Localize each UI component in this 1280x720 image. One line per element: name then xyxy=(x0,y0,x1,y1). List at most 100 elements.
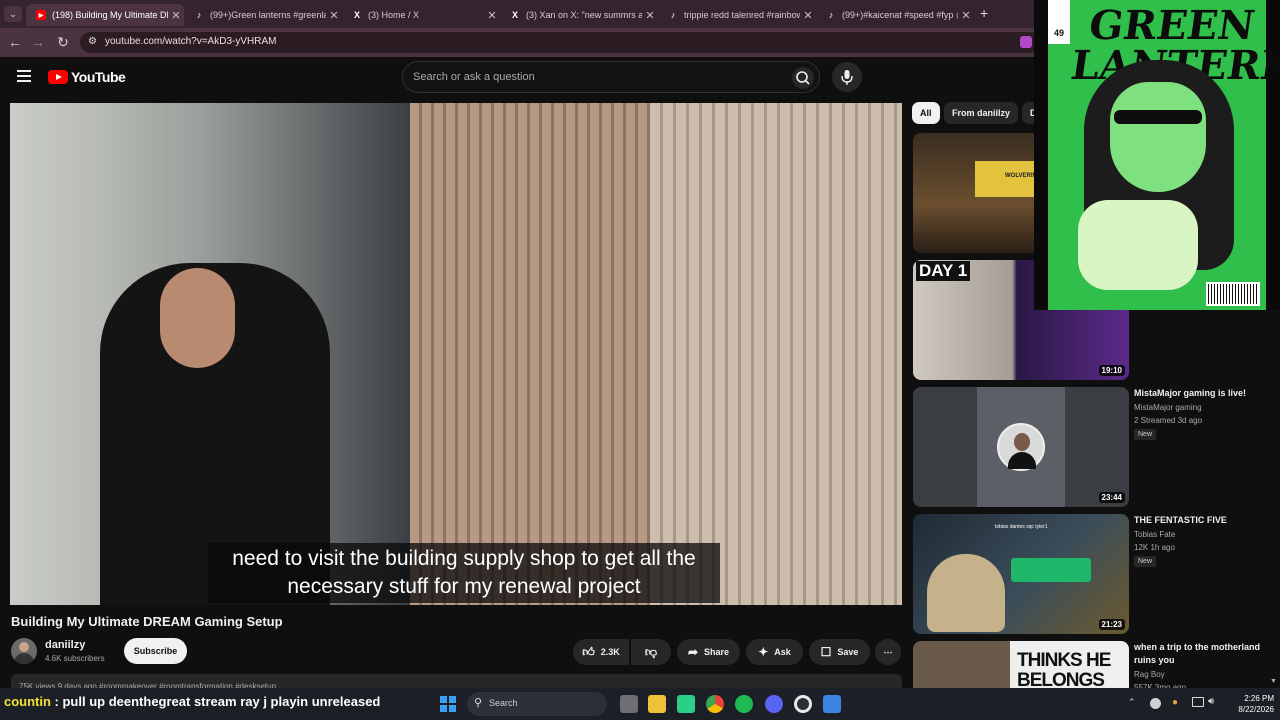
thumbnail-label: tobias dantes xqc tyler1 xyxy=(995,524,1048,530)
close-tab-icon[interactable]: ✕ xyxy=(642,9,658,22)
dislike-button[interactable]: 👎︎ xyxy=(631,639,671,665)
browser-tab-youtube[interactable]: ▶ (198) Building My Ultimate DREAM ✕ xyxy=(26,4,184,26)
browser-tab-x-home[interactable]: X (3) Home / X ✕ xyxy=(342,4,500,26)
comic-cover-art: 49 GREEN LANTERN xyxy=(1048,0,1280,310)
close-tab-icon[interactable]: ✕ xyxy=(168,9,184,22)
thumbs-down-icon: 👎︎ xyxy=(644,644,658,659)
tray-discord-icon[interactable] xyxy=(1150,698,1161,709)
youtube-logo[interactable]: YouTube xyxy=(48,69,126,85)
chip-all[interactable]: All xyxy=(912,102,940,124)
microphone-icon xyxy=(841,70,853,85)
tab-title: (99+)#kaicenat #speed #fyp @ xyxy=(842,10,958,20)
stream-chat-overlay: countin : pull up deenthegreat stream ra… xyxy=(4,694,380,709)
more-actions-button[interactable]: ⋯ xyxy=(875,639,901,665)
chrome-icon[interactable] xyxy=(706,695,724,713)
windows-start-icon[interactable] xyxy=(440,696,456,712)
related-video-thumbnail[interactable]: tobias dantes xqc tyler1 21:23 xyxy=(913,514,1129,634)
comic-issue-number: 49 xyxy=(1053,28,1064,38)
close-tab-icon[interactable]: ✕ xyxy=(484,9,500,22)
tab-title: (198) Building My Ultimate DREAM xyxy=(52,10,168,20)
new-badge: New xyxy=(1134,429,1157,440)
ask-label: Ask xyxy=(774,647,791,657)
subtitle-line: need to visit the building supply shop t… xyxy=(232,547,696,570)
tray-network-icon[interactable] xyxy=(1192,697,1204,707)
new-tab-icon[interactable]: + xyxy=(980,5,988,21)
reload-icon[interactable]: ↻ xyxy=(54,34,72,51)
subscribe-button[interactable]: Subscribe xyxy=(124,638,187,664)
back-arrow-icon[interactable]: ← xyxy=(6,34,24,50)
tiktok-icon: ♪ xyxy=(196,10,202,20)
browser-tab-tiktok-kaicenat[interactable]: ♪ (99+)#kaicenat #speed #fyp @ ✕ xyxy=(816,4,974,26)
related-video-title[interactable]: THE FENTASTIC FIVE xyxy=(1134,514,1274,527)
close-tab-icon[interactable]: ✕ xyxy=(958,9,974,22)
tab-list-dropdown-icon[interactable]: ⌄ xyxy=(4,6,22,22)
ask-button[interactable]: ✦ Ask xyxy=(746,639,803,665)
sparkle-icon: ✦ xyxy=(758,645,769,659)
search-box[interactable]: Search or ask a question xyxy=(402,61,820,93)
video-player[interactable]: need to visit the building supply shop t… xyxy=(10,103,902,605)
browser-tab-tiktok-green-lanterns[interactable]: ♪ (99+)Green lanterns #greenlanter ✕ xyxy=(184,4,342,26)
close-tab-icon[interactable]: ✕ xyxy=(800,9,816,22)
tray-chevron-icon[interactable]: ⌃ xyxy=(1128,697,1136,708)
search-button[interactable] xyxy=(792,67,814,89)
video-duration: 23:44 xyxy=(1098,492,1125,503)
share-arrow-icon: ➦ xyxy=(687,645,699,659)
search-icon xyxy=(796,71,810,85)
youtube-play-icon xyxy=(48,70,68,84)
related-video-stats: 12K 1h ago xyxy=(1134,543,1175,552)
save-button[interactable]: ☐ Save xyxy=(809,639,870,665)
channel-avatar[interactable] xyxy=(11,638,37,664)
store-app-icon[interactable] xyxy=(677,695,695,713)
extension-icon[interactable] xyxy=(1020,36,1032,48)
thumbnail-screen xyxy=(975,161,1037,197)
video-frame-panels-right xyxy=(650,103,902,605)
scrollbar-down-arrow-icon[interactable]: ▼ xyxy=(1270,678,1277,685)
tab-title: (3) Xan on X: "new summrs asap xyxy=(526,10,642,20)
task-view-icon[interactable] xyxy=(620,695,638,713)
spotify-icon[interactable] xyxy=(735,695,753,713)
menu-icon[interactable] xyxy=(17,70,31,82)
related-video-thumbnail[interactable]: 23:44 xyxy=(913,387,1129,507)
new-badge: New xyxy=(1134,556,1157,567)
channel-name[interactable]: daniilzy xyxy=(45,639,85,651)
address-bar[interactable]: ⚙ youtube.com/watch?v=AkD3-yVHRAM xyxy=(80,32,1040,53)
clock-time: 2:26 PM xyxy=(1244,694,1274,703)
save-label: Save xyxy=(837,647,859,657)
tab-title: (99+)Green lanterns #greenlanter xyxy=(210,10,326,20)
photos-app-icon[interactable] xyxy=(823,695,841,713)
browser-tab-tiktok-trippie[interactable]: ♪ trippie redd talenred #rainbow ✕ xyxy=(658,4,816,26)
comic-mask xyxy=(1114,110,1202,124)
comic-cover-overlay: 49 GREEN LANTERN xyxy=(1034,0,1280,310)
url-text: youtube.com/watch?v=AkD3-yVHRAM xyxy=(105,36,277,47)
thumbnail-label: DAY 1 xyxy=(916,261,971,281)
tray-microphone-icon[interactable]: ● xyxy=(1172,697,1178,708)
like-button[interactable]: 👍︎ 2.3K xyxy=(573,639,629,665)
site-info-icon[interactable]: ⚙ xyxy=(88,36,97,47)
chat-message: : pull up deenthegreat stream ray j play… xyxy=(50,694,381,709)
forward-arrow-icon[interactable]: → xyxy=(29,34,47,50)
related-video-thumbnail[interactable]: THINKS HE BELONGS xyxy=(913,641,1129,688)
share-button[interactable]: ➦ Share xyxy=(677,639,740,665)
related-video-title[interactable]: MistaMajor gaming is live! xyxy=(1134,387,1274,400)
system-clock[interactable]: 2:26 PM 8/22/2026 xyxy=(1222,693,1274,715)
os-taskbar: countin : pull up deenthegreat stream ra… xyxy=(0,688,1280,720)
chip-from-channel[interactable]: From daniilzy xyxy=(944,102,1019,124)
video-description-summary[interactable]: 75K views 9 days ago #roommakeover #room… xyxy=(11,674,902,688)
browser-tab-x-xan[interactable]: X (3) Xan on X: "new summrs asap ✕ xyxy=(500,4,658,26)
file-explorer-icon[interactable] xyxy=(648,695,666,713)
search-input[interactable]: Search or ask a question xyxy=(413,71,535,83)
share-label: Share xyxy=(704,647,730,657)
video-subtitles: need to visit the building supply shop t… xyxy=(208,543,720,603)
bookmark-icon: ☐ xyxy=(820,645,832,659)
ccleaner-icon[interactable] xyxy=(794,695,812,713)
tiktok-icon: ♪ xyxy=(828,10,834,20)
voice-search-button[interactable] xyxy=(832,62,862,92)
video-frame-panels xyxy=(410,103,650,605)
chat-username: countin xyxy=(4,694,51,709)
related-video-title[interactable]: when a trip to the motherland ruins you xyxy=(1134,641,1274,667)
thumbs-up-icon: 👍︎ xyxy=(582,644,595,659)
taskbar-search[interactable]: ⚲ Search xyxy=(467,692,607,716)
close-tab-icon[interactable]: ✕ xyxy=(326,9,342,22)
discord-icon[interactable] xyxy=(765,695,783,713)
tray-volume-icon[interactable]: 🔊︎ xyxy=(1208,696,1214,707)
